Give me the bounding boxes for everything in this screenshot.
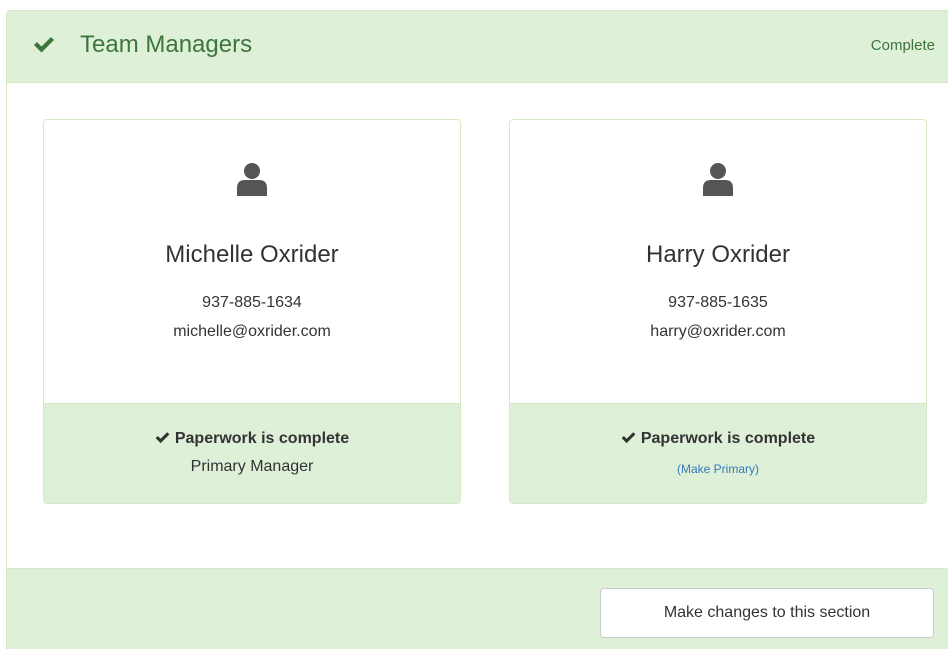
- manager-card: Michelle Oxrider 937-885-1634 michelle@o…: [43, 119, 461, 504]
- panel-footer: Make changes to this section: [7, 568, 948, 649]
- check-icon: [155, 432, 170, 444]
- panel-title: Team Managers: [80, 31, 253, 58]
- manager-card-footer: Paperwork is complete (Make Primary): [510, 403, 926, 503]
- check-icon: [621, 432, 636, 444]
- manager-card-footer: Paperwork is complete Primary Manager: [44, 403, 460, 503]
- manager-phone: 937-885-1635: [668, 294, 768, 311]
- manager-phone: 937-885-1634: [202, 294, 302, 311]
- manager-card-body: Michelle Oxrider 937-885-1634 michelle@o…: [44, 120, 460, 403]
- user-icon: [237, 163, 267, 196]
- team-managers-panel: Team Managers Complete Michelle Oxrider …: [6, 10, 948, 649]
- manager-name: Michelle Oxrider: [165, 241, 339, 268]
- make-primary-link[interactable]: (Make Primary): [510, 461, 926, 477]
- panel-heading: Team Managers Complete: [7, 11, 948, 83]
- manager-card-body: Harry Oxrider 937-885-1635 harry@oxrider…: [510, 120, 926, 403]
- paperwork-status-text: Paperwork is complete: [640, 430, 816, 447]
- make-changes-button[interactable]: Make changes to this section: [600, 588, 934, 638]
- paperwork-status: Paperwork is complete: [510, 429, 926, 449]
- status-label: Complete: [870, 37, 935, 54]
- check-icon: [34, 37, 54, 53]
- manager-name: Harry Oxrider: [645, 241, 790, 268]
- user-icon: [703, 163, 733, 196]
- manager-role: Primary Manager: [190, 458, 314, 475]
- manager-email: harry@oxrider.com: [650, 323, 786, 340]
- paperwork-status-text: Paperwork is complete: [174, 430, 350, 447]
- manager-email: michelle@oxrider.com: [173, 323, 331, 340]
- manager-card: Harry Oxrider 937-885-1635 harry@oxrider…: [509, 119, 927, 504]
- paperwork-status: Paperwork is complete: [44, 429, 460, 449]
